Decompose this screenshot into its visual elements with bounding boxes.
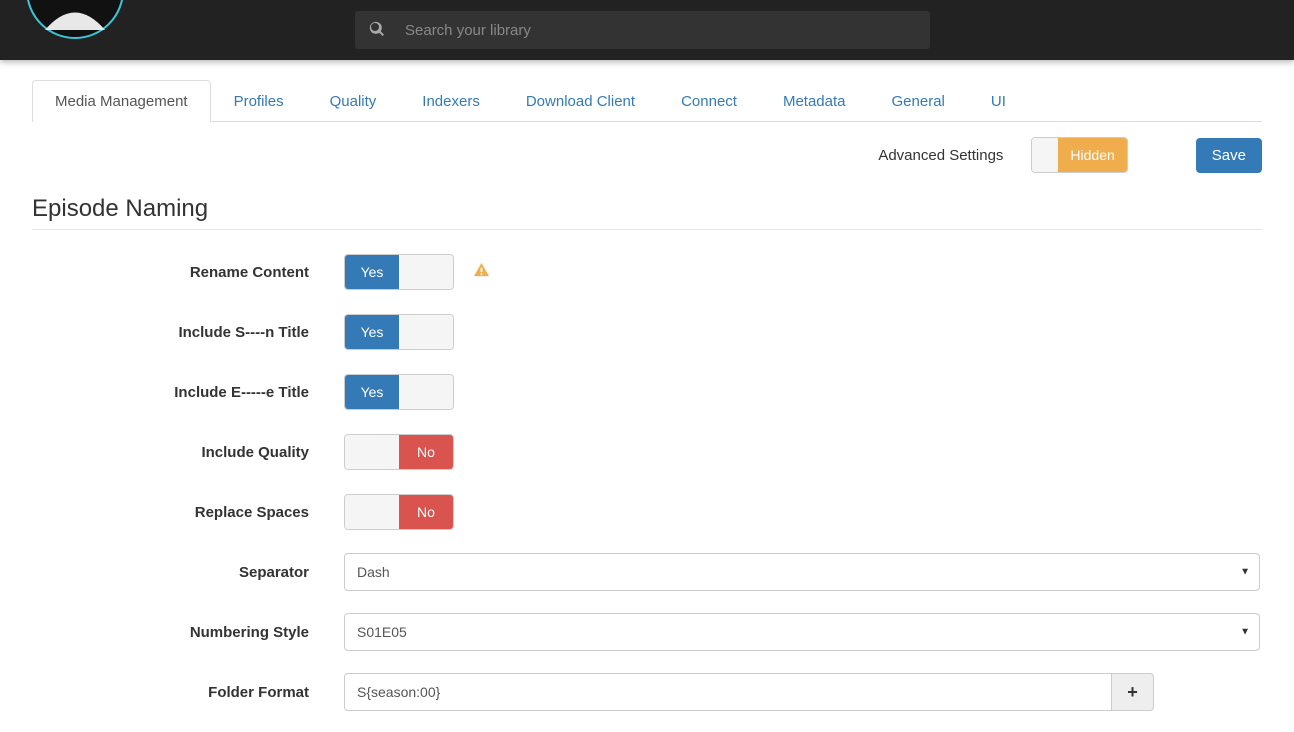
tab-download-client[interactable]: Download Client: [503, 80, 658, 122]
row-separator: Separator Dash ▼: [32, 552, 1262, 592]
tab-indexers[interactable]: Indexers: [399, 80, 503, 122]
label-include-episode-title: Include E-----e Title: [32, 384, 344, 401]
toggle-no: No: [399, 495, 453, 529]
search-icon: [369, 21, 405, 40]
label-numbering-style: Numbering Style: [32, 624, 344, 641]
label-include-season-title: Include S----n Title: [32, 324, 344, 341]
search-input[interactable]: [405, 22, 916, 39]
toggle-include-episode-title[interactable]: Yes: [344, 374, 454, 410]
toggle-no: [399, 315, 453, 349]
topbar: [0, 0, 1294, 60]
warning-icon: [474, 262, 489, 282]
toggle-yes: [345, 435, 399, 469]
toggle-yes: [345, 495, 399, 529]
search-container: [355, 11, 930, 49]
advanced-settings-hidden-seg: Hidden: [1058, 138, 1126, 172]
top-right-controls: Advanced Settings Hidden Save: [32, 122, 1262, 183]
tab-quality[interactable]: Quality: [307, 80, 400, 122]
select-numbering-style[interactable]: S01E05: [344, 613, 1260, 651]
row-include-quality: Include Quality No: [32, 432, 1262, 472]
label-include-quality: Include Quality: [32, 444, 344, 461]
section-title-episode-naming: Episode Naming: [32, 195, 1262, 230]
toggle-yes: Yes: [345, 375, 399, 409]
label-folder-format: Folder Format: [32, 684, 344, 701]
row-rename-content: Rename Content Yes: [32, 252, 1262, 292]
toggle-no: [399, 255, 453, 289]
toggle-replace-spaces[interactable]: No: [344, 494, 454, 530]
label-rename-content: Rename Content: [32, 264, 344, 281]
tab-profiles[interactable]: Profiles: [211, 80, 307, 122]
save-button[interactable]: Save: [1196, 138, 1262, 173]
app-logo: [25, 0, 125, 40]
plus-icon: +: [1127, 682, 1138, 703]
tab-media-management[interactable]: Media Management: [32, 80, 211, 122]
toggle-no: [399, 375, 453, 409]
tab-ui[interactable]: UI: [968, 80, 1029, 122]
folder-format-add-button[interactable]: +: [1112, 673, 1154, 711]
input-folder-format[interactable]: [344, 673, 1112, 711]
row-folder-format: Folder Format +: [32, 672, 1262, 712]
select-separator[interactable]: Dash: [344, 553, 1260, 591]
toggle-yes: Yes: [345, 315, 399, 349]
toggle-rename-content[interactable]: Yes: [344, 254, 454, 290]
row-include-season-title: Include S----n Title Yes: [32, 312, 1262, 352]
tab-connect[interactable]: Connect: [658, 80, 760, 122]
advanced-settings-label: Advanced Settings: [878, 147, 1003, 164]
toggle-include-season-title[interactable]: Yes: [344, 314, 454, 350]
row-replace-spaces: Replace Spaces No: [32, 492, 1262, 532]
advanced-settings-toggle[interactable]: Hidden: [1031, 137, 1127, 173]
label-replace-spaces: Replace Spaces: [32, 504, 344, 521]
row-numbering-style: Numbering Style S01E05 ▼: [32, 612, 1262, 652]
label-separator: Separator: [32, 564, 344, 581]
tab-metadata[interactable]: Metadata: [760, 80, 869, 122]
tab-general[interactable]: General: [869, 80, 968, 122]
toggle-no: No: [399, 435, 453, 469]
toggle-include-quality[interactable]: No: [344, 434, 454, 470]
settings-tabs: Media Management Profiles Quality Indexe…: [32, 80, 1262, 122]
advanced-settings-shown-seg: [1032, 138, 1058, 172]
row-include-episode-title: Include E-----e Title Yes: [32, 372, 1262, 412]
toggle-yes: Yes: [345, 255, 399, 289]
